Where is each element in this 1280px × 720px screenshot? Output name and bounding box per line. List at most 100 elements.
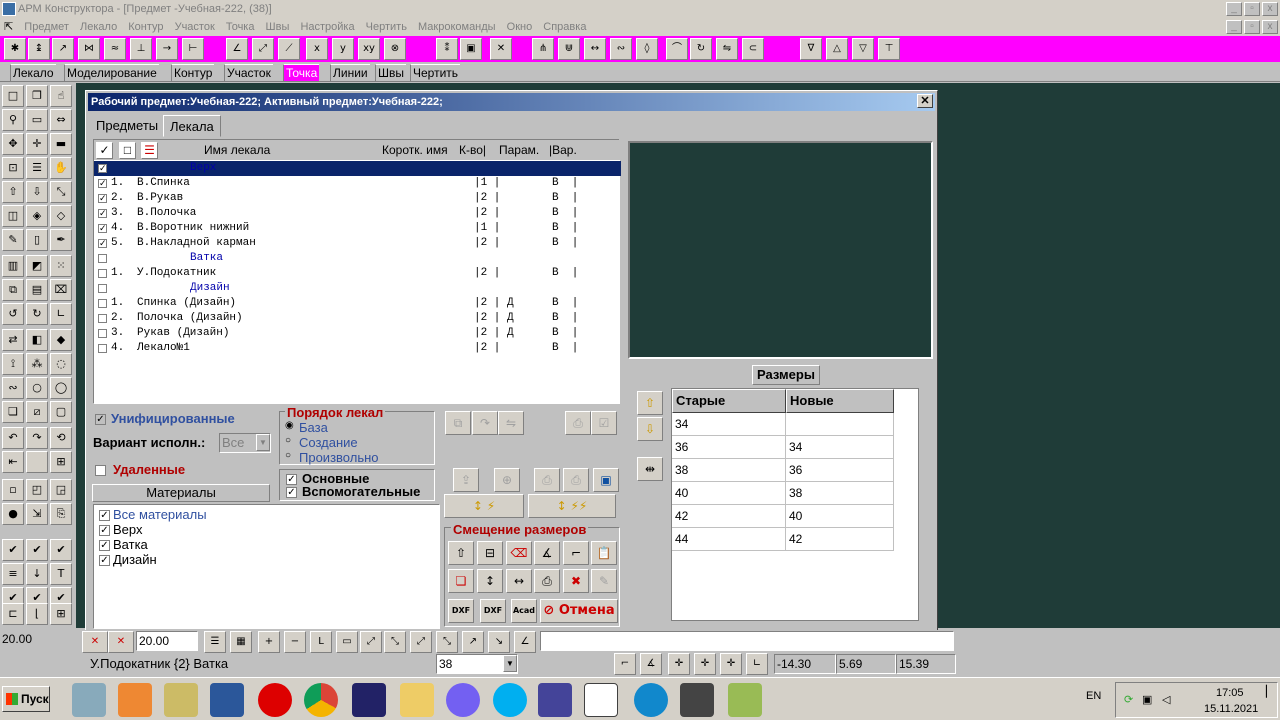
point-y2-tool-icon[interactable]: y bbox=[332, 38, 354, 60]
export-icon[interactable]: ⇪ bbox=[453, 468, 479, 492]
camera-icon[interactable] bbox=[680, 683, 714, 717]
flip-icon[interactable]: ⇄ bbox=[2, 329, 24, 351]
dialog-close-button[interactable]: ✕ bbox=[917, 94, 933, 108]
copy-pattern-icon[interactable]: ⧉ bbox=[445, 411, 471, 435]
check-all-button[interactable]: ✓ bbox=[96, 142, 113, 159]
start-button[interactable]: Пуск bbox=[2, 686, 50, 712]
doc-icon[interactable]: ▤ bbox=[26, 279, 48, 301]
material-checkbox-vatka[interactable]: ✓ bbox=[99, 540, 110, 551]
command-input[interactable] bbox=[540, 631, 954, 651]
snap1-icon[interactable]: ⌐ bbox=[614, 653, 636, 675]
lasso-icon[interactable]: ◌ bbox=[50, 353, 72, 375]
clock-time[interactable]: 17:05 bbox=[1216, 687, 1244, 699]
shape-icon[interactable]: ◫ bbox=[2, 205, 24, 227]
minimize-button[interactable]: _ bbox=[1226, 2, 1242, 16]
dot-icon[interactable]: ● bbox=[2, 503, 24, 525]
point-join-tool-icon[interactable]: ⋓ bbox=[558, 38, 580, 60]
size-new-cell[interactable]: 40 bbox=[786, 505, 894, 528]
down-icon[interactable]: ↓ bbox=[26, 563, 48, 585]
point-rot-tool-icon[interactable]: ↻ bbox=[690, 38, 712, 60]
text-icon[interactable]: T bbox=[50, 563, 72, 585]
mirror-pattern-icon[interactable]: ⇋ bbox=[498, 411, 524, 435]
menu-item-spravka[interactable]: Справка bbox=[539, 18, 590, 36]
size-old-cell[interactable]: 34 bbox=[672, 413, 786, 436]
mode-tab-modeling[interactable]: Моделирование bbox=[64, 64, 159, 81]
point-x-tool-icon[interactable]: x bbox=[306, 38, 328, 60]
pattern-checkbox[interactable] bbox=[98, 314, 107, 323]
pen-icon[interactable]: ✒ bbox=[50, 229, 72, 251]
materials-list[interactable]: ✓ Все материалы ✓ Верх ✓ Ватка ✓ Дизайн bbox=[93, 504, 440, 629]
mode-tab-kontur[interactable]: Контур bbox=[171, 64, 215, 81]
pattern-row[interactable]: Дизайн bbox=[94, 281, 621, 296]
variant-select[interactable]: Все ▼ bbox=[219, 433, 271, 453]
list-cmd-icon[interactable]: ☰ bbox=[204, 631, 226, 653]
menu-item-kontur[interactable]: Контур bbox=[124, 18, 167, 36]
point-delete-tool-icon[interactable]: ✕ bbox=[490, 38, 512, 60]
pattern-checkbox[interactable]: ✓ bbox=[98, 224, 107, 234]
word-icon[interactable] bbox=[210, 683, 244, 717]
mode-tab-tochka[interactable]: Точка bbox=[283, 64, 320, 81]
col-short[interactable]: Коротк. имя bbox=[382, 143, 448, 157]
diag4-cmd-icon[interactable]: ⤡ bbox=[436, 631, 458, 653]
folder-icon[interactable] bbox=[400, 683, 434, 717]
grid2-icon[interactable]: ⊞ bbox=[50, 603, 72, 625]
value-input[interactable]: 20.00 bbox=[136, 631, 198, 651]
scan-icon[interactable]: ▣ bbox=[593, 468, 619, 492]
mode-tab-lekalo[interactable]: Лекало bbox=[10, 64, 56, 81]
offset-up-icon[interactable]: ⇧ bbox=[448, 541, 474, 565]
calculator-icon[interactable] bbox=[72, 683, 106, 717]
order-option-arbitrary[interactable]: Произвольно bbox=[299, 450, 379, 465]
sizes-header-new[interactable]: Новые bbox=[786, 389, 894, 413]
invert-check-button[interactable]: ☰ bbox=[141, 142, 158, 159]
move-icon[interactable]: ✥ bbox=[2, 133, 24, 155]
point-slope-tool-icon[interactable]: ∠ bbox=[226, 38, 248, 60]
sizes-header-old[interactable]: Старые bbox=[672, 389, 786, 413]
mdi-minimize-button[interactable]: _ bbox=[1226, 20, 1242, 34]
layers-icon[interactable]: ⧉ bbox=[2, 279, 24, 301]
point-mirror-tool-icon[interactable]: ⇋ bbox=[716, 38, 738, 60]
point-diag-tool-icon[interactable]: ⟋ bbox=[278, 38, 300, 60]
stack-icon[interactable]: ❏ bbox=[2, 401, 24, 423]
rotate2-icon[interactable]: ↻ bbox=[26, 303, 48, 325]
pattern-row[interactable]: ✓ 3. В.Полочка |2 | В | bbox=[94, 206, 621, 221]
point-xy-tool-icon[interactable]: ⤢ bbox=[252, 38, 274, 60]
col-params[interactable]: Парам. bbox=[499, 143, 539, 157]
size-new-cell[interactable]: 38 bbox=[786, 482, 894, 505]
chrome-icon[interactable] bbox=[304, 683, 338, 717]
diag-cmd-icon[interactable]: ⤢ bbox=[360, 631, 382, 653]
size-old-cell[interactable]: 38 bbox=[672, 459, 786, 482]
opera-icon[interactable] bbox=[258, 683, 292, 717]
expand-icon[interactable]: ⤡ bbox=[50, 181, 72, 203]
ring-icon[interactable]: ◯ bbox=[50, 377, 72, 399]
menu-item-lekalo[interactable]: Лекало bbox=[76, 18, 121, 36]
pencil-icon[interactable]: ✎ bbox=[2, 229, 24, 251]
pattern-checkbox[interactable] bbox=[98, 299, 107, 308]
size-down-icon[interactable]: ⇩ bbox=[637, 417, 663, 441]
pattern-checkbox[interactable] bbox=[98, 329, 107, 338]
pattern-checkbox[interactable]: ✓ bbox=[98, 194, 107, 204]
center-icon[interactable]: ✛ bbox=[26, 133, 48, 155]
point-v-tool-icon[interactable]: ▽ bbox=[852, 38, 874, 60]
arm-app-icon[interactable] bbox=[584, 683, 618, 717]
size-new-cell[interactable]: 36 bbox=[786, 459, 894, 482]
diag3-cmd-icon[interactable]: ⤢ bbox=[410, 631, 432, 653]
step-icon[interactable]: ⌊ bbox=[26, 603, 48, 625]
color-icon[interactable]: ◈ bbox=[26, 205, 48, 227]
pattern-checkbox[interactable]: ✓ bbox=[98, 239, 107, 249]
chain-icon[interactable]: ∾ bbox=[2, 377, 24, 399]
menu-item-chertit[interactable]: Чертить bbox=[362, 18, 411, 36]
pattern-checkbox[interactable]: ✓ bbox=[98, 179, 107, 189]
col-qty[interactable]: К-во| bbox=[459, 143, 486, 157]
palette-icon[interactable] bbox=[164, 683, 198, 717]
skype-icon[interactable] bbox=[493, 683, 527, 717]
size-select[interactable]: 38 ▼ bbox=[436, 654, 518, 674]
split-icon[interactable]: ◰ bbox=[26, 479, 48, 501]
acad-export-icon[interactable]: Acad bbox=[511, 599, 537, 623]
empty-icon[interactable] bbox=[26, 451, 48, 473]
pattern-row[interactable]: 2. Полочка (Дизайн) |2 | Д В | bbox=[94, 311, 621, 326]
order-option-base[interactable]: База bbox=[299, 420, 328, 435]
nodes-icon[interactable]: ⁂ bbox=[26, 353, 48, 375]
pattern-checkbox[interactable] bbox=[98, 254, 107, 263]
paint-icon[interactable]: ◩ bbox=[26, 255, 48, 277]
snap4-icon[interactable]: ✛ bbox=[694, 653, 716, 675]
